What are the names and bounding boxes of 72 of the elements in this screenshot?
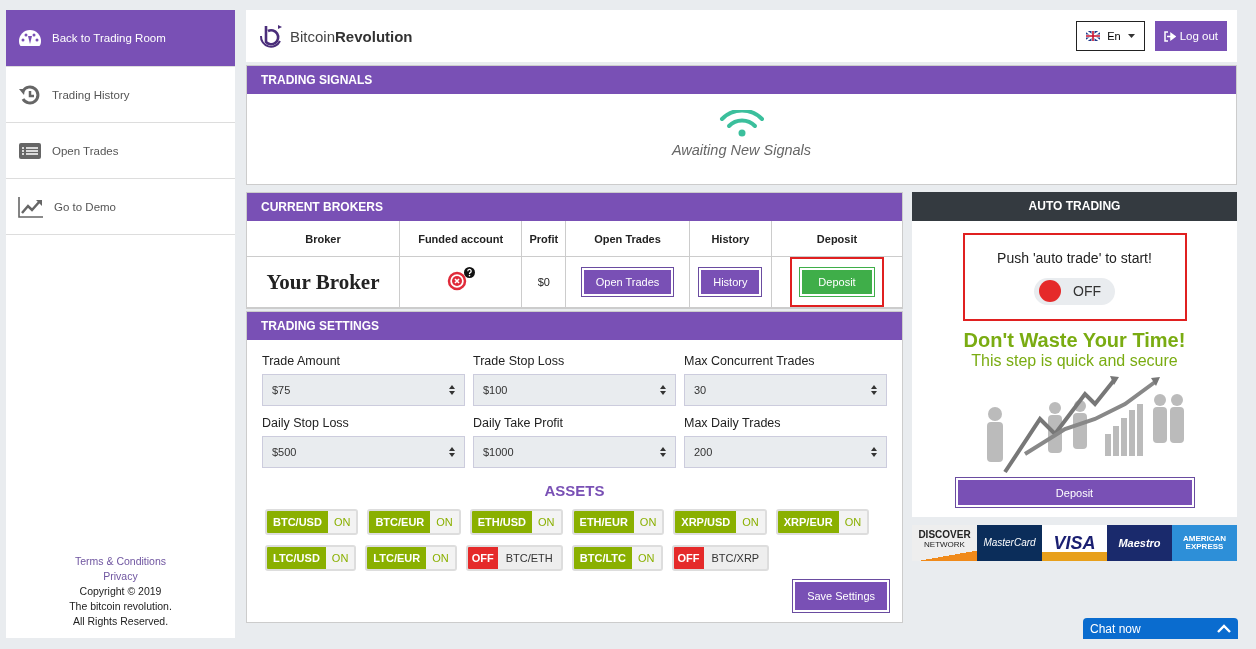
promo-headline: Don't Waste Your Time! [963,329,1186,352]
logo-icon [258,22,284,50]
list-icon [18,140,42,161]
sidebar-item[interactable]: Open Trades [6,123,235,179]
status-text: Awaiting New Signals [671,142,812,158]
prompt-text: Push 'auto trade' to start! [997,249,1152,266]
card-logo: MasterCard [977,525,1042,561]
footer-text: All Rights Reserved. [72,614,169,629]
sidebar-item[interactable]: Trading History [6,67,235,123]
panel-title: AUTO TRADING [912,192,1237,221]
footer-link[interactable]: Terms & Conditions [74,554,166,569]
column-header: History [689,221,772,257]
profit-cell: $0 [521,256,566,308]
caret-icon [1127,34,1135,38]
logo-text: BitcoinRevolution [290,27,413,45]
broker-name: Your Broker [266,269,380,294]
language-dropdown[interactable]: En [1076,21,1145,51]
panel-title: TRADING SIGNALS [247,66,1236,94]
field-label: Trade Amount [262,354,342,368]
sort-arrows-icon [660,447,666,457]
history-icon [18,84,42,105]
column-header: Deposit [771,221,902,257]
column-header: Broker [247,221,400,257]
card-logo: DISCOVER NETWORK [912,525,977,561]
wifi-icon [718,110,765,138]
help-icon[interactable] [463,267,475,278]
chat-widget[interactable]: Chat now [1083,618,1238,639]
sort-arrows-icon [449,447,455,457]
card-logo: VISA [1042,525,1107,561]
gauge-icon [18,28,42,48]
cross-circle-icon [446,271,467,291]
deposit-button[interactable]: Deposit [957,480,1192,505]
select-field[interactable]: 200 [684,436,887,468]
card-logo: Maestro [1107,525,1172,561]
field-label: Max Concurrent Trades [684,354,816,368]
footer-link[interactable]: Privacy [103,569,138,584]
open-trades-button[interactable]: Open Trades [583,270,672,294]
chevron-up-icon [1217,624,1231,633]
select-field[interactable]: $100 [473,374,676,406]
select-field[interactable]: 30 [684,374,887,406]
select-field[interactable]: $500 [262,436,465,468]
sort-arrows-icon [871,385,877,395]
field-label: Max Daily Trades [684,416,782,430]
field-label: Trade Stop Loss [473,354,566,368]
field-label: Daily Take Profit [473,416,565,430]
auto-trade-toggle[interactable]: OFF [1034,277,1115,305]
history-button[interactable]: History [701,270,760,294]
sort-arrows-icon [660,385,666,395]
asset-toggle[interactable]: OFF BTC/ETH [465,545,563,571]
sort-arrows-icon [871,447,877,457]
flag-icon [1086,31,1101,41]
section-title: ASSETS [543,482,606,499]
column-header: Profit [521,221,566,257]
sort-arrows-icon [449,385,455,395]
sidebar-item[interactable]: Go to Demo [6,179,235,235]
sidebar-item[interactable]: Back to Trading Room [6,10,235,67]
card-logo: AMERICAN EXPRESS [1172,525,1237,561]
select-field[interactable]: $75 [262,374,465,406]
footer-text: The bitcoin revolution. [69,599,172,614]
footer-text: Copyright © 2019 [79,584,162,599]
panel-title: TRADING SETTINGS [247,312,902,340]
promo-subline: This step is quick and secure [971,352,1178,370]
field-label: Daily Stop Loss [262,416,350,430]
logout-button[interactable]: Log out [1154,21,1227,51]
panel-title: CURRENT BROKERS [247,193,902,221]
sign-out-icon [1163,30,1176,42]
save-settings-button[interactable]: Save Settings [795,582,887,610]
column-header: Funded account [399,221,522,257]
asset-toggle[interactable]: OFF BTC/XRP [671,545,770,571]
chart-icon [18,195,44,218]
column-header: Open Trades [565,221,690,257]
select-field[interactable]: $1000 [473,436,676,468]
